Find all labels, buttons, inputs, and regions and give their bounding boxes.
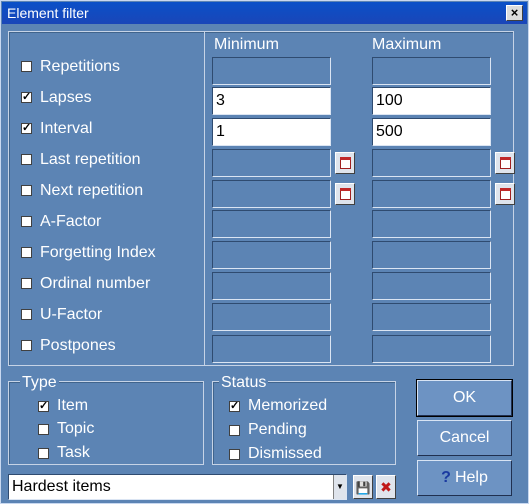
- type-label-task: Task: [57, 444, 90, 461]
- max-calendar-button-last-repetition[interactable]: [495, 152, 515, 174]
- criterion-label-u-factor: U-Factor: [40, 306, 103, 323]
- max-field-u-factor[interactable]: [372, 303, 491, 331]
- cancel-label: Cancel: [439, 429, 490, 446]
- criterion-label-lapses: Lapses: [40, 89, 92, 106]
- max-field-lapses[interactable]: 100: [372, 87, 491, 115]
- title-bar: Element filter ×: [2, 2, 527, 24]
- type-group-title: Type: [20, 374, 59, 392]
- window-title: Element filter: [7, 5, 89, 21]
- filter-combo-value: Hardest items: [12, 478, 111, 495]
- min-field-next-repetition[interactable]: [212, 180, 331, 208]
- help-icon: ?: [441, 469, 451, 486]
- help-button[interactable]: ? Help: [417, 460, 512, 496]
- checkbox-lapses[interactable]: ✓: [21, 92, 32, 103]
- help-label: Help: [454, 469, 488, 486]
- min-field-lapses[interactable]: 3: [212, 87, 331, 115]
- checkbox-ordinal-number[interactable]: [21, 278, 32, 289]
- criterion-label-last-repetition: Last repetition: [40, 151, 141, 168]
- min-field-interval[interactable]: 1: [212, 118, 331, 146]
- minimum-header: Minimum: [214, 36, 279, 53]
- status-label-memorized: Memorized: [248, 397, 328, 414]
- checkbox-last-repetition[interactable]: [21, 154, 32, 165]
- min-field-postpones[interactable]: [212, 335, 331, 363]
- max-field-repetitions[interactable]: [372, 57, 491, 85]
- min-field-ordinal-number[interactable]: [212, 272, 331, 300]
- type-checkbox-item[interactable]: ✓: [38, 401, 49, 412]
- calendar-icon: [340, 157, 351, 169]
- status-group-title: Status: [219, 374, 269, 392]
- max-field-postpones[interactable]: [372, 335, 491, 363]
- type-label-item: Item: [57, 397, 89, 414]
- min-calendar-button-last-repetition[interactable]: [335, 152, 355, 174]
- type-checkbox-task[interactable]: [38, 448, 49, 459]
- ok-button[interactable]: OK: [416, 379, 513, 417]
- min-field-forgetting-index[interactable]: [212, 241, 331, 269]
- max-field-a-factor[interactable]: [372, 210, 491, 238]
- calendar-icon: [500, 188, 511, 200]
- checkbox-next-repetition[interactable]: [21, 185, 32, 196]
- delete-filter-button[interactable]: ✖: [376, 475, 396, 499]
- min-field-last-repetition[interactable]: [212, 149, 331, 177]
- criterion-label-ordinal-number: Ordinal number: [40, 275, 151, 292]
- status-checkbox-memorized[interactable]: ✓: [229, 401, 240, 412]
- max-field-last-repetition[interactable]: [372, 149, 491, 177]
- chevron-down-icon[interactable]: ▼: [333, 475, 346, 499]
- criterion-label-a-factor: A-Factor: [40, 213, 102, 230]
- checkbox-forgetting-index[interactable]: [21, 247, 32, 258]
- max-calendar-button-next-repetition[interactable]: [495, 183, 515, 205]
- type-checkbox-topic[interactable]: [38, 424, 49, 435]
- criterion-label-repetitions: Repetitions: [40, 58, 121, 75]
- close-button[interactable]: ×: [506, 5, 523, 21]
- checkbox-postpones[interactable]: [21, 340, 32, 351]
- criterion-label-next-repetition: Next repetition: [40, 182, 144, 199]
- type-label-topic: Topic: [57, 420, 95, 437]
- min-field-a-factor[interactable]: [212, 210, 331, 238]
- min-calendar-button-next-repetition[interactable]: [335, 183, 355, 205]
- status-checkbox-dismissed[interactable]: [229, 449, 240, 460]
- criterion-label-postpones: Postpones: [40, 337, 116, 354]
- filter-combo[interactable]: Hardest items ▼: [8, 474, 347, 500]
- criterion-label-forgetting-index: Forgetting Index: [40, 244, 156, 261]
- checkbox-a-factor[interactable]: [21, 216, 32, 227]
- column-divider: [204, 32, 205, 365]
- calendar-icon: [500, 157, 511, 169]
- delete-icon: ✖: [380, 479, 392, 495]
- max-field-next-repetition[interactable]: [372, 180, 491, 208]
- max-field-ordinal-number[interactable]: [372, 272, 491, 300]
- maximum-header: Maximum: [372, 36, 442, 53]
- criterion-label-interval: Interval: [40, 120, 93, 137]
- checkbox-repetitions[interactable]: [21, 61, 32, 72]
- status-label-pending: Pending: [248, 421, 307, 438]
- min-field-u-factor[interactable]: [212, 303, 331, 331]
- status-label-dismissed: Dismissed: [248, 445, 322, 462]
- checkbox-interval[interactable]: ✓: [21, 123, 32, 134]
- calendar-icon: [340, 188, 351, 200]
- max-field-interval[interactable]: 500: [372, 118, 491, 146]
- max-field-forgetting-index[interactable]: [372, 241, 491, 269]
- close-icon: ×: [510, 5, 519, 20]
- cancel-button[interactable]: Cancel: [417, 420, 512, 456]
- element-filter-dialog: Element filter × Minimum Maximum Repetit…: [0, 0, 529, 504]
- checkbox-u-factor[interactable]: [21, 309, 32, 320]
- status-checkbox-pending[interactable]: [229, 425, 240, 436]
- save-filter-button[interactable]: 💾: [353, 475, 373, 499]
- save-icon: 💾: [355, 481, 371, 495]
- ok-label: OK: [452, 389, 477, 406]
- min-field-repetitions[interactable]: [212, 57, 331, 85]
